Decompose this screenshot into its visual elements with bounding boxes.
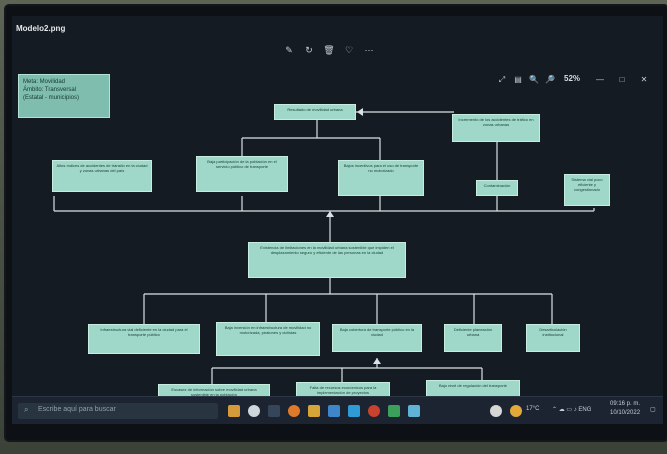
clock-date[interactable]: 10/10/2022: [610, 410, 640, 416]
store-icon[interactable]: [328, 405, 340, 417]
effect-box-4: Contaminación: [476, 180, 518, 196]
cause-box-1: Infraestructura vial deficiente en la ci…: [88, 324, 200, 354]
legend-text: Meta: Movilidad Ámbito: Transversal (Est…: [23, 79, 80, 101]
notification-icon[interactable]: ▢: [650, 406, 656, 413]
widgets-icon[interactable]: [228, 405, 240, 417]
more-icon[interactable]: ⋯: [362, 44, 376, 56]
search-placeholder: Escribe aquí para buscar: [38, 406, 116, 413]
window-title: Modelo2.png: [16, 24, 66, 33]
temperature: 17°C: [526, 406, 540, 412]
photo-viewer-titlebar: Modelo2.png ✎ ↻ 🗑 ♡ ⋯: [12, 16, 663, 56]
legend-box: Meta: Movilidad Ámbito: Transversal (Est…: [18, 74, 110, 118]
app-icon[interactable]: [388, 405, 400, 417]
browser-icon[interactable]: [288, 405, 300, 417]
cause-box-2: Baja inversión en infraestructura de mov…: [216, 322, 320, 356]
cause-box-3: Baja cobertura de transporte público en …: [332, 324, 422, 352]
monitor-bezel: Modelo2.png ✎ ↻ 🗑 ♡ ⋯ ⤢ ▤ 🔍 🔎 52% — □ ✕: [6, 6, 667, 440]
effect-box-2: Baja participación de la población en el…: [196, 156, 288, 192]
search-box[interactable]: ⌕ Escribe aquí para buscar: [18, 403, 218, 419]
file-explorer-icon[interactable]: [308, 405, 320, 417]
cause-box-4: Deficiente planeación urbana: [444, 324, 502, 352]
central-problem-box: Existencia de limitaciones en la movilid…: [248, 242, 406, 278]
cause-box-5: Desarticulación institucional: [526, 324, 580, 352]
top-right-box: Incremento de los accidentes de tráfico …: [452, 114, 540, 142]
chrome-icon[interactable]: [368, 405, 380, 417]
effect-box-1: Altos índices de accidentes de tránsito …: [52, 160, 152, 192]
effect-box-5: Sistema vial poco eficiente y congestion…: [564, 174, 610, 206]
task-view-icon[interactable]: [268, 405, 280, 417]
mail-icon[interactable]: [348, 405, 360, 417]
weather-icon[interactable]: [510, 405, 522, 417]
problem-tree-diagram: Meta: Movilidad Ámbito: Transversal (Est…: [12, 56, 663, 386]
photos-icon[interactable]: [408, 405, 420, 417]
delete-icon[interactable]: 🗑: [322, 44, 336, 56]
favorite-icon[interactable]: ♡: [342, 44, 356, 56]
rotate-icon[interactable]: ↻: [302, 44, 316, 56]
app-icon[interactable]: [490, 405, 502, 417]
windows-taskbar: ⌕ Escribe aquí para buscar 17°C ⌃ ☁ ▭ ♪ …: [12, 396, 663, 424]
root-box: Resultado de movilidad urbana: [274, 104, 356, 120]
search-icon: ⌕: [24, 405, 29, 414]
start-icon[interactable]: [248, 405, 260, 417]
effect-box-3: Bajos incentivos para el uso de transpor…: [338, 160, 424, 196]
clock-time[interactable]: 09:16 p. m.: [610, 401, 640, 407]
edit-icon[interactable]: ✎: [282, 44, 296, 56]
screen: Modelo2.png ✎ ↻ 🗑 ♡ ⋯ ⤢ ▤ 🔍 🔎 52% — □ ✕: [12, 16, 663, 424]
system-tray-icons[interactable]: ⌃ ☁ ▭ ♪ ENG: [552, 406, 591, 413]
